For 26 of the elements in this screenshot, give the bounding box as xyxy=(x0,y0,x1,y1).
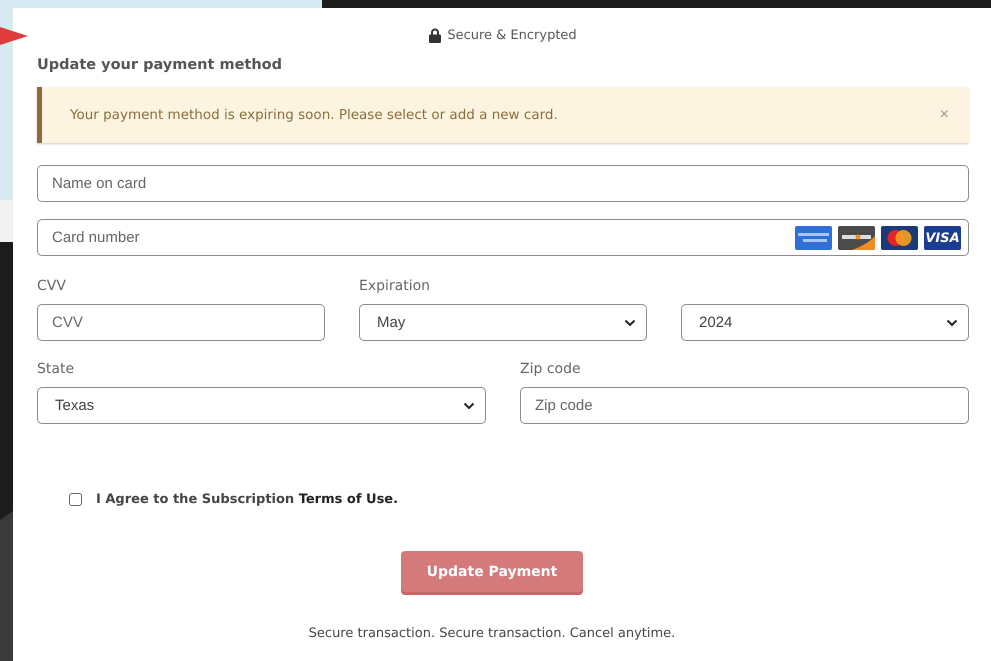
mastercard-card-icon xyxy=(881,226,918,250)
expiration-label: Expiration xyxy=(359,278,432,296)
form-title: Update your payment method xyxy=(37,57,284,73)
name-input[interactable]: Name on card xyxy=(37,165,969,202)
discover-card-icon xyxy=(838,226,875,250)
terms-link[interactable]: Terms of Use. xyxy=(298,492,398,507)
zip-input[interactable]: Zip code xyxy=(520,387,969,424)
cvv-label: CVV xyxy=(37,278,67,296)
state-select[interactable]: Texas xyxy=(37,387,486,424)
amex-card-icon xyxy=(795,226,832,250)
cvv-input[interactable]: CVV xyxy=(37,304,325,341)
chevron-icon xyxy=(463,402,475,410)
chevron-icon xyxy=(624,318,636,326)
year-select[interactable]: 2024 xyxy=(681,304,969,341)
zip-label: Zip code xyxy=(520,361,582,379)
agree-checkbox[interactable] xyxy=(69,493,82,506)
arrow-icon xyxy=(0,27,28,45)
alert-message: Your payment method is expiring soon. Please select or add a new card. xyxy=(70,107,558,123)
footer-note: Secure transaction. Secure transaction. Cancel anytime. xyxy=(308,626,676,641)
visa-card-icon: VISA xyxy=(924,226,961,250)
month-select[interactable]: May xyxy=(359,304,647,341)
lock-icon xyxy=(429,28,442,43)
state-label: State xyxy=(37,361,76,379)
secure-label: Secure & Encrypted xyxy=(447,28,577,43)
agreement-text: I Agree to the Subscription Terms of Use. xyxy=(96,492,398,507)
chevron-icon xyxy=(946,318,958,326)
